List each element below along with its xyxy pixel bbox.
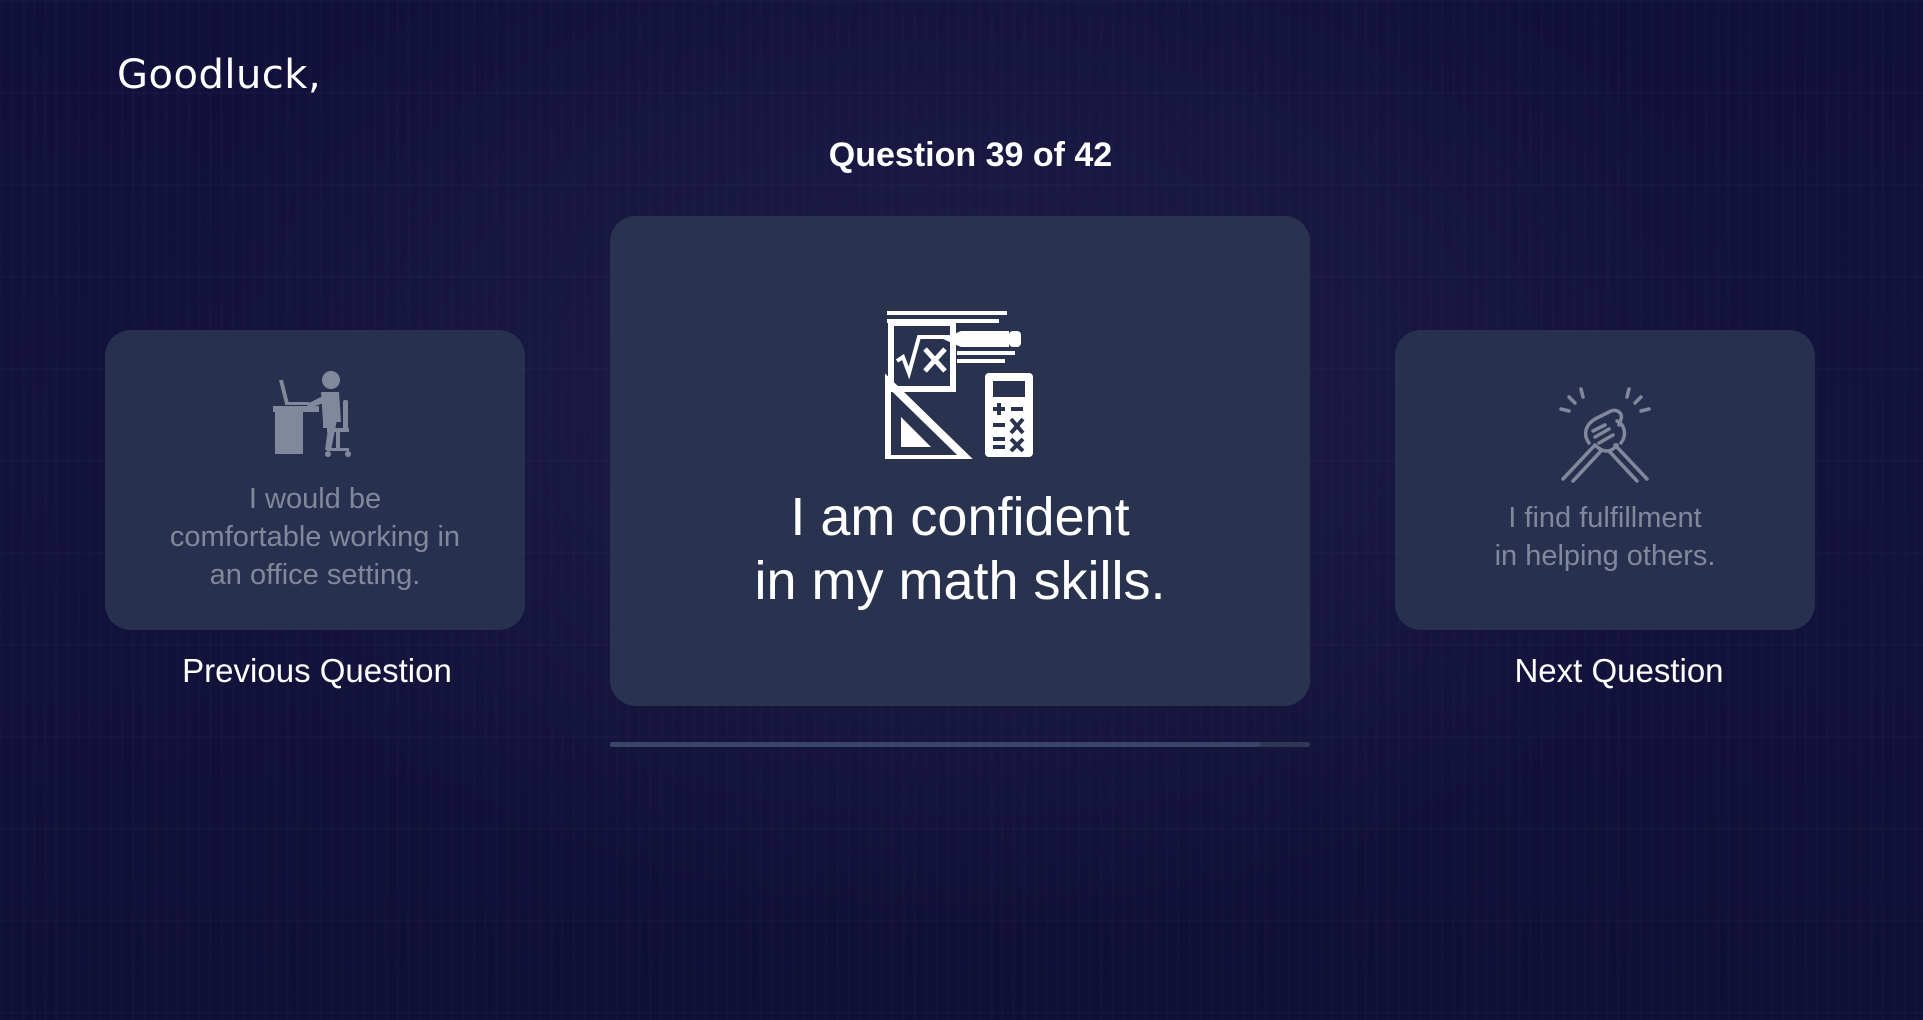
current-question-text: I am confident in my math skills. [754, 487, 1166, 611]
current-question-card: I am confident in my math skills. [610, 216, 1310, 706]
next-question-text: I find fulfillment in helping others. [1494, 502, 1716, 572]
greeting-text: Goodluck, [117, 52, 322, 98]
progress-bar-fill [610, 742, 1261, 747]
next-question-button[interactable]: Next Question [1409, 652, 1829, 690]
previous-question-card[interactable]: I would be comfortable working in an off… [105, 330, 525, 630]
office-worker-icon [273, 371, 351, 457]
previous-question-button[interactable]: Previous Question [107, 652, 527, 690]
question-counter: Question 39 of 42 [828, 136, 1113, 174]
progress-bar [610, 742, 1310, 747]
handshake-icon [1559, 387, 1651, 483]
next-question-card[interactable]: I find fulfillment in helping others. [1395, 330, 1815, 630]
math-tools-icon [885, 311, 1033, 459]
previous-question-text: I would be comfortable working in an off… [169, 483, 461, 591]
